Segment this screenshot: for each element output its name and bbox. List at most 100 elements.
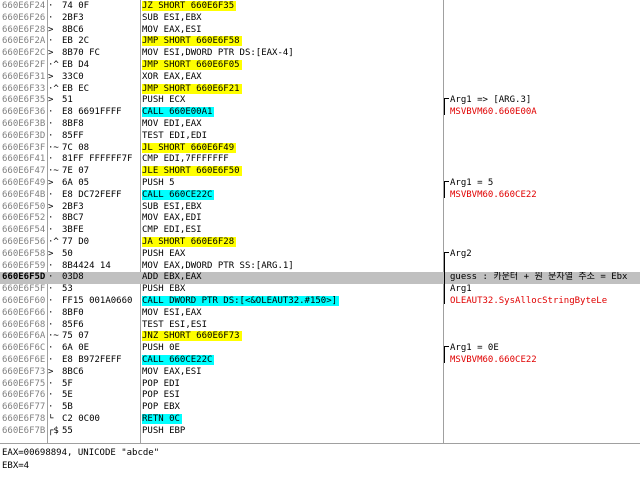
disasm-row[interactable]: 660E6F5D · 03D8 ADD EBX,EAX guess : 카운터 + 원… [0, 272, 640, 285]
row-flow-marker: · [48, 343, 54, 354]
row-comment [450, 426, 640, 438]
disasm-row[interactable]: 660E6F36 · E8 6691FFFF CALL 660E00A1 MSVBVM… [0, 107, 640, 119]
disasm-row[interactable]: 660E6F5F · 53 PUSH EBX Arg1 [0, 284, 640, 296]
row-flow-marker: > [48, 178, 54, 188]
row-instruction: JMP SHORT 660E6F05 [142, 60, 242, 70]
row-hex-bytes: FF15 001A0660 [62, 296, 133, 306]
disasm-row[interactable]: 660E6F2A · EB 2C JMP SHORT 660E6F58 [0, 36, 640, 48]
disasm-row[interactable]: 660E6F47 ·~ 7E 07 JLE SHORT 660E6F50 [0, 166, 640, 178]
row-hex-bytes: 8BC6 [62, 24, 84, 35]
row-instruction-cell: TEST ESI,ESI [142, 320, 444, 332]
row-address: 660E6F24 [2, 1, 46, 11]
row-flow-marker: · [48, 225, 54, 236]
row-hex-bytes: 33C0 [62, 71, 84, 82]
row-comment [450, 60, 640, 72]
row-flow-marker: · [48, 107, 54, 118]
row-hex-bytes: E8 DC72FEFF [62, 189, 122, 200]
disasm-row[interactable]: 660E6F78 └ C2 0C00 RETN 0C [0, 414, 640, 426]
row-address: 660E6F41 [2, 154, 46, 165]
row-address: 660E6F68 [2, 319, 46, 330]
row-instruction: MOV ESI,EAX [142, 307, 202, 318]
disasm-row[interactable]: 660E6F3B · 8BF8 MOV EDI,EAX [0, 119, 640, 131]
disasm-row[interactable]: 660E6F56 ·^ 77 D0 JA SHORT 660E6F28 [0, 237, 640, 249]
row-hex-bytes: 5B [62, 402, 73, 413]
row-hex-bytes: 8B70 FC [62, 48, 100, 59]
disasm-row[interactable]: 660E6F77 · 5B POP EBX [0, 402, 640, 414]
disasm-row[interactable]: 660E6F49 > 6A 05 PUSH 5 Arg1 = 5 [0, 178, 640, 190]
disasm-row[interactable]: 660E6F76 · 5E POP ESI [0, 390, 640, 402]
disassembly-pane[interactable]: 660E6F24 · 74 0F JZ SHORT 660E6F35 660E6F26… [0, 0, 640, 443]
disasm-row[interactable]: 660E6F2C > 8B70 FC MOV ESI,DWORD PTR DS:[E… [0, 48, 640, 60]
row-instruction-cell: TEST EDI,EDI [142, 131, 444, 143]
disasm-row[interactable]: 660E6F6E · E8 B972FEFF CALL 660CE22C MSVBVM… [0, 355, 640, 367]
disasm-row[interactable]: 660E6F52 · 8BC7 MOV EAX,EDI [0, 213, 640, 225]
disasm-row[interactable]: 660E6F6A ·~ 75 07 JNZ SHORT 660E6F73 [0, 331, 640, 343]
row-instruction: MOV EAX,ESI [142, 366, 202, 377]
disasm-row[interactable]: 660E6F41 · 81FF FFFFFF7F CMP EDI,7FFFFFFF [0, 154, 640, 166]
disasm-row[interactable]: 660E6F66 · 8BF0 MOV ESI,EAX [0, 308, 640, 320]
row-instruction-cell: MOV EAX,DWORD PTR SS:[ARG.1] [142, 261, 444, 273]
disasm-row[interactable]: 660E6F26 · 2BF3 SUB ESI,EBX [0, 13, 640, 25]
row-instruction-cell: MOV EDI,EAX [142, 119, 444, 131]
row-comment [450, 237, 640, 249]
disasm-row[interactable]: 660E6F73 > 8BC6 MOV EAX,ESI [0, 367, 640, 379]
disasm-row[interactable]: 660E6F54 · 3BFE CMP EDI,ESI [0, 225, 640, 237]
row-address: 660E6F6E [2, 355, 46, 365]
disasm-row[interactable]: 660E6F31 > 33C0 XOR EAX,EAX [0, 72, 640, 84]
row-hex-bytes: 53 [62, 284, 73, 295]
row-hex-bytes: 74 0F [62, 1, 90, 11]
row-hex-bytes: 8BF0 [62, 307, 84, 318]
disasm-row[interactable]: 660E6F75 · 5F POP EDI [0, 379, 640, 391]
row-instruction: ADD EBX,EAX [142, 272, 202, 283]
row-hex-bytes: E8 B972FEFF [62, 355, 122, 365]
row-comment [450, 36, 640, 48]
row-flow-marker: · [48, 1, 54, 11]
row-address: 660E6F3B [2, 119, 46, 129]
row-hex-bytes: 3BFE [62, 225, 84, 236]
row-hex-bytes: EB D4 [62, 60, 90, 70]
row-flow-marker: · [48, 119, 54, 129]
disasm-row[interactable]: 660E6F6C · 6A 0E PUSH 0E Arg1 = 0E [0, 343, 640, 355]
argument-bracket [444, 98, 449, 116]
row-instruction: CALL 660CE22C [142, 355, 215, 365]
row-address: 660E6F28 [2, 24, 46, 35]
row-instruction-cell: CALL 660CE22C [142, 355, 444, 367]
row-flow-marker: > [48, 248, 54, 259]
row-instruction: JLE SHORT 660E6F50 [142, 166, 242, 177]
row-flow-marker: > [48, 71, 54, 82]
row-address: 660E6F54 [2, 225, 46, 236]
row-comment [450, 25, 640, 37]
disasm-row[interactable]: 660E6F68 · 85F6 TEST ESI,ESI [0, 320, 640, 332]
disasm-row[interactable]: 660E6F28 > 8BC6 MOV EAX,ESI [0, 25, 640, 37]
row-address: 660E6F59 [2, 260, 46, 271]
row-instruction-cell: POP EDI [142, 379, 444, 391]
disasm-row[interactable]: 660E6F59 · 8B4424 14 MOV EAX,DWORD PTR SS:… [0, 261, 640, 273]
row-address: 660E6F5D [2, 272, 46, 283]
row-flow-marker: ┌$ [48, 425, 59, 436]
row-instruction-cell: PUSH 5 [142, 178, 444, 190]
disasm-row[interactable]: 660E6F7B ┌$ 55 PUSH EBP [0, 426, 640, 438]
disasm-row[interactable]: 660E6F33 ·^ EB EC JMP SHORT 660E6F21 [0, 83, 640, 96]
row-comment: Arg1 => [ARG.3] [450, 95, 532, 106]
disasm-row[interactable]: 660E6F24 · 74 0F JZ SHORT 660E6F35 [0, 1, 640, 13]
disasm-row[interactable]: 660E6F35 > 51 PUSH ECX Arg1 => [ARG.3] [0, 95, 640, 107]
row-instruction: MOV ESI,DWORD PTR DS:[EAX-4] [142, 48, 294, 59]
row-address: 660E6F75 [2, 378, 46, 389]
argument-bracket [444, 181, 449, 198]
disasm-row[interactable]: 660E6F60 · FF15 001A0660 CALL DWORD PTR DS… [0, 296, 640, 308]
row-comment [450, 202, 640, 214]
row-flow-marker: └ [48, 414, 54, 424]
row-address: 660E6F33 [2, 83, 46, 94]
row-hex-bytes: 77 D0 [62, 237, 90, 247]
row-flow-marker: · [48, 189, 54, 200]
row-instruction-cell: MOV ESI,EAX [142, 308, 444, 320]
row-hex-bytes: 7C 08 [62, 142, 90, 153]
disasm-row[interactable]: 660E6F2F ·^ EB D4 JMP SHORT 660E6F05 [0, 60, 640, 72]
disasm-row[interactable]: 660E6F3F ·~ 7C 08 JL SHORT 660E6F49 [0, 142, 640, 155]
disasm-row[interactable]: 660E6F50 > 2BF3 SUB ESI,EBX [0, 202, 640, 214]
disasm-row[interactable]: 660E6F4B · E8 DC72FEFF CALL 660CE22C MSVBVM… [0, 189, 640, 202]
disasm-row[interactable]: 660E6F3D · 85FF TEST EDI,EDI [0, 131, 640, 143]
disasm-row[interactable]: 660E6F58 > 50 PUSH EAX Arg2 [0, 249, 640, 261]
register-info-eax: EAX=00698894, UNICODE "abcde" [2, 448, 160, 458]
row-instruction: POP ESI [142, 390, 180, 401]
